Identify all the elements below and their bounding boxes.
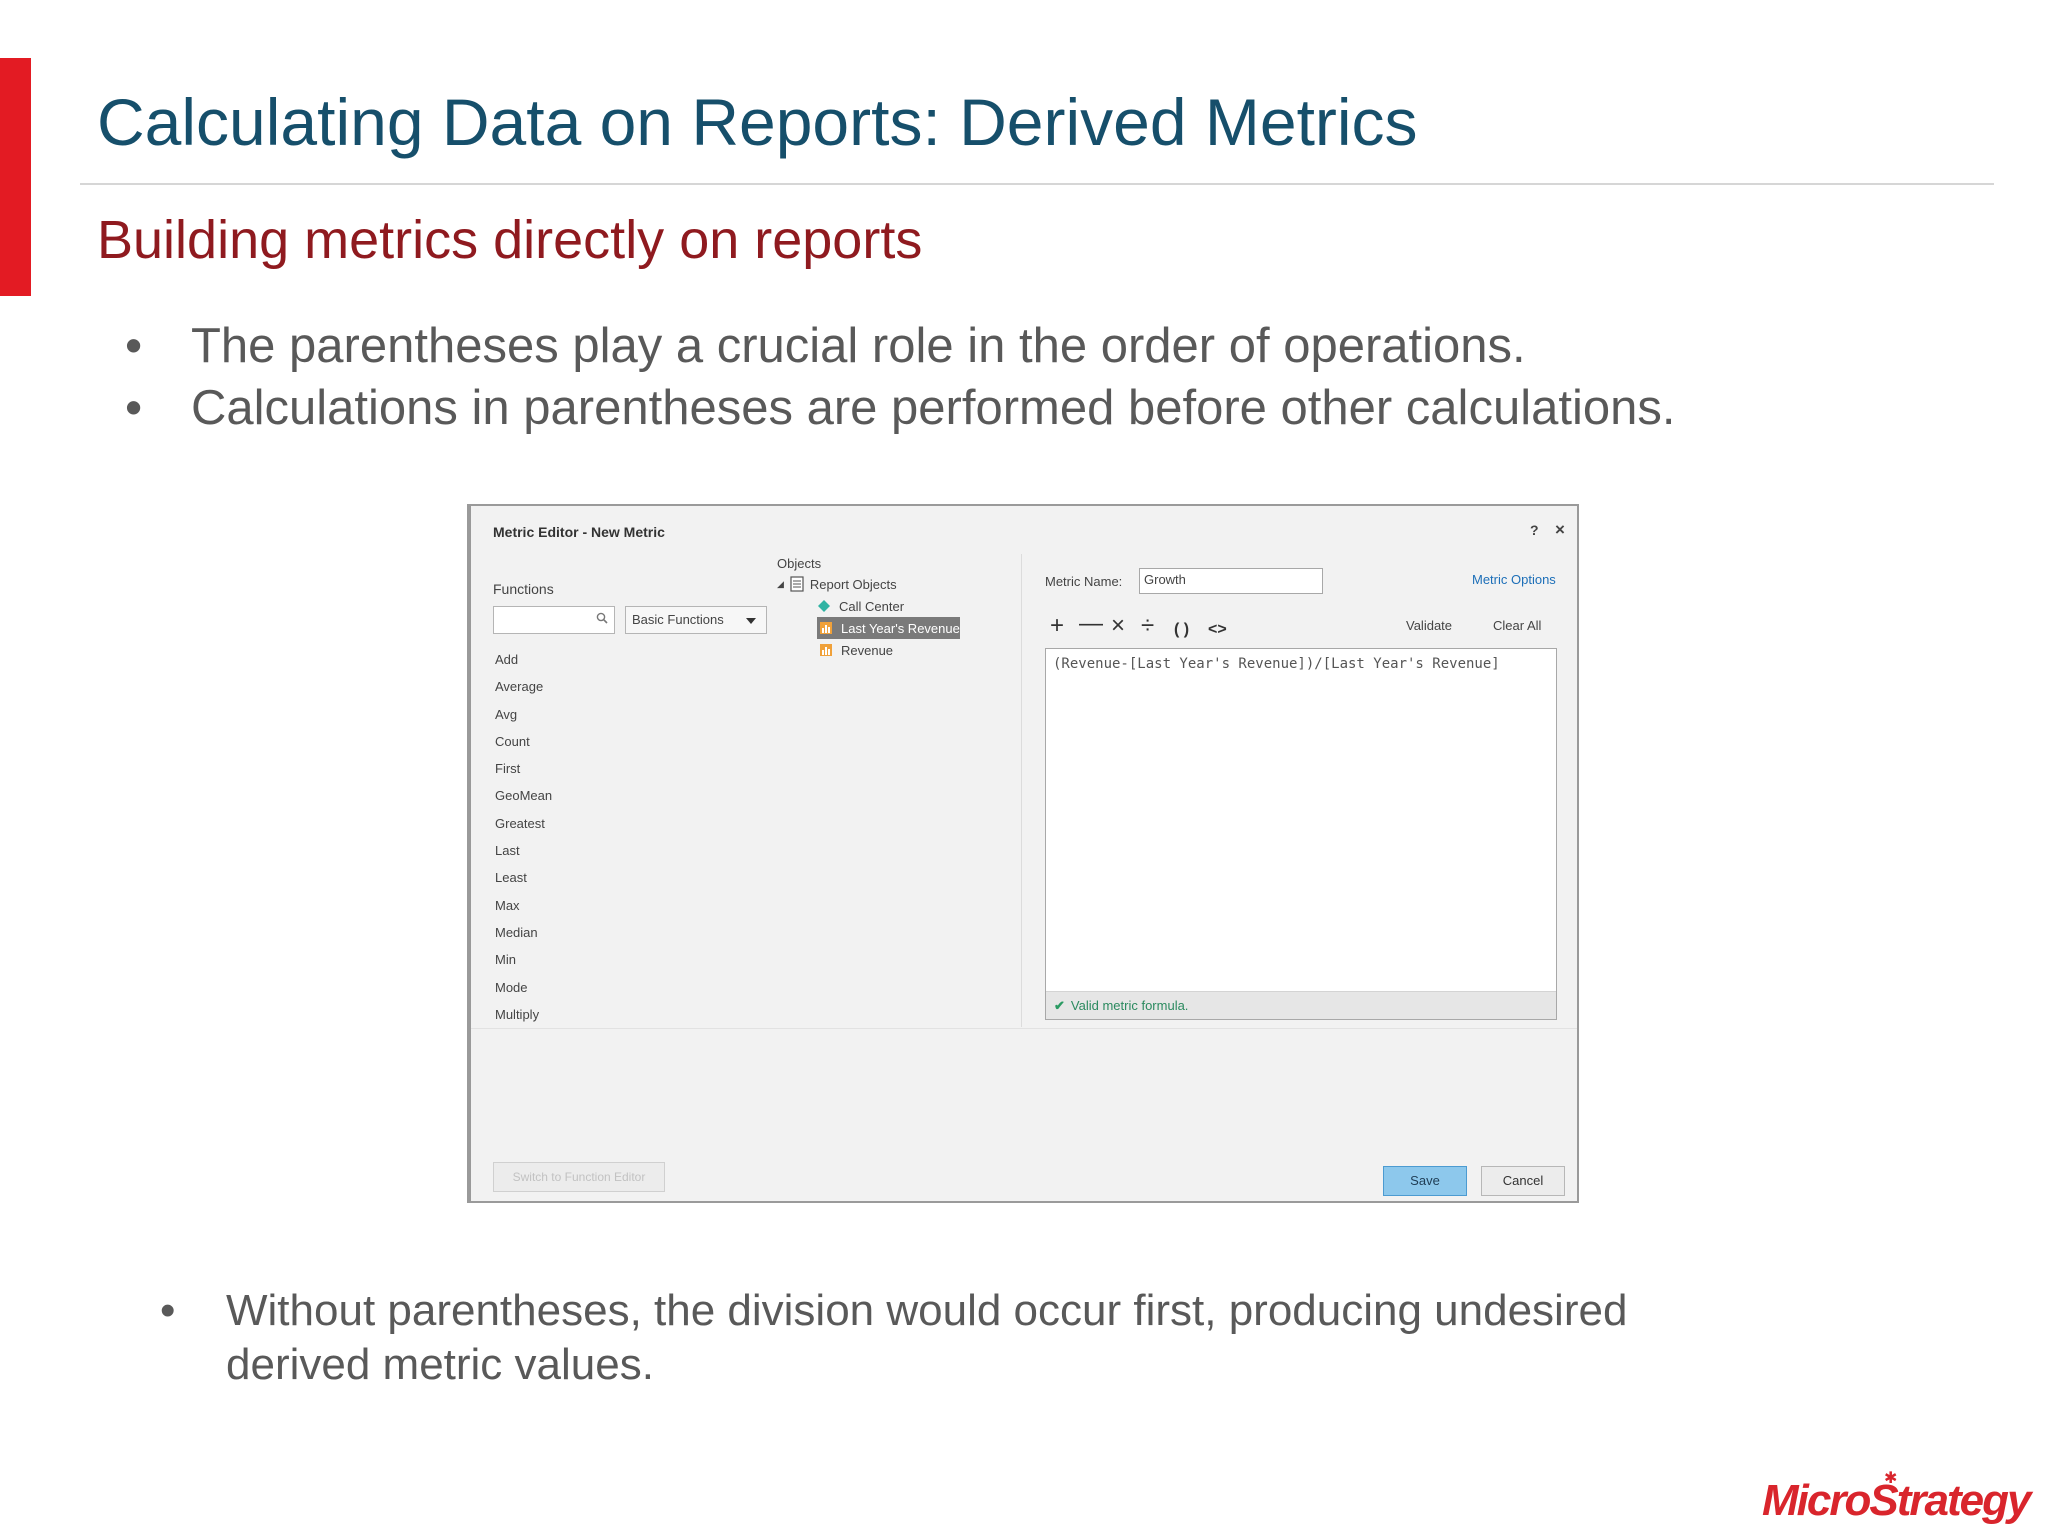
clear-all-button[interactable]: Clear All xyxy=(1493,618,1541,633)
bullet-item: • Without parentheses, the division woul… xyxy=(160,1284,1627,1338)
bottom-bullet: • Without parentheses, the division woul… xyxy=(160,1284,1627,1392)
formula-status-bar: ✔ Valid metric formula. xyxy=(1046,991,1556,1019)
column-divider xyxy=(1021,554,1022,1027)
function-item[interactable]: Multiply xyxy=(495,1001,552,1028)
bullet-text-line1: Without parentheses, the division would … xyxy=(226,1286,1628,1335)
function-item[interactable]: Add xyxy=(495,646,552,673)
dialog-title: Metric Editor - New Metric xyxy=(493,524,665,540)
function-item[interactable]: Min xyxy=(495,946,552,973)
divide-operator-button[interactable]: ÷ xyxy=(1141,614,1154,638)
function-list: Add Average Avg Count First GeoMean Grea… xyxy=(495,646,552,1028)
function-item[interactable]: Max xyxy=(495,892,552,919)
function-item[interactable]: Average xyxy=(495,673,552,700)
validate-button[interactable]: Validate xyxy=(1406,618,1452,633)
close-button[interactable]: × xyxy=(1555,520,1565,540)
metric-name-label: Metric Name: xyxy=(1045,574,1123,589)
function-category-select[interactable]: Basic Functions xyxy=(625,606,767,634)
bullet-marker: • xyxy=(160,1286,176,1335)
not-equal-operator-button[interactable]: <> xyxy=(1208,618,1227,642)
tree-item-last-years-revenue[interactable]: Last Year's Revenue xyxy=(817,617,960,639)
chevron-down-icon xyxy=(746,618,756,624)
cancel-button[interactable]: Cancel xyxy=(1481,1166,1565,1196)
parentheses-button[interactable]: ( ) xyxy=(1174,618,1189,642)
bullet-item: • The parentheses play a crucial role in… xyxy=(125,315,1675,377)
function-item[interactable]: Avg xyxy=(495,701,552,728)
metric-name-input[interactable]: Growth xyxy=(1139,568,1323,594)
plus-operator-button[interactable]: + xyxy=(1050,614,1064,638)
metric-icon xyxy=(820,644,832,656)
formula-status-text: Valid metric formula. xyxy=(1070,998,1189,1013)
slide-subtitle: Building metrics directly on reports xyxy=(97,210,923,270)
function-item[interactable]: Greatest xyxy=(495,810,552,837)
tree-root-label: Report Objects xyxy=(809,576,897,592)
bullet-text: Calculations in parentheses are performe… xyxy=(191,381,1676,435)
bullet-text-line2: derived metric values. xyxy=(226,1340,654,1389)
title-divider xyxy=(80,183,1994,185)
function-item[interactable]: First xyxy=(495,755,552,782)
tree-item-call-center[interactable]: Call Center xyxy=(817,596,904,616)
accent-bar xyxy=(0,58,31,296)
objects-label: Objects xyxy=(777,556,822,571)
tree-item-label: Last Year's Revenue xyxy=(841,620,960,636)
metric-icon xyxy=(820,622,832,634)
bullet-continuation: derived metric values. xyxy=(160,1338,1627,1392)
bullet-spacer xyxy=(160,1338,226,1392)
function-item[interactable]: Last xyxy=(495,837,552,864)
function-item[interactable]: GeoMean xyxy=(495,782,552,809)
bullet-marker: • xyxy=(125,381,143,435)
functions-label: Functions xyxy=(493,581,554,597)
checkmark-icon: ✔ xyxy=(1054,998,1065,1013)
metric-editor-dialog: Metric Editor - New Metric ? × Functions… xyxy=(467,504,1579,1203)
report-icon xyxy=(790,576,804,592)
slide-title: Calculating Data on Reports: Derived Met… xyxy=(97,85,1418,159)
switch-to-function-editor-button[interactable]: Switch to Function Editor xyxy=(493,1162,665,1192)
function-item[interactable]: Count xyxy=(495,728,552,755)
footer-divider xyxy=(471,1028,1577,1029)
function-search-input[interactable] xyxy=(493,606,615,634)
function-item[interactable]: Mode xyxy=(495,974,552,1001)
tree-item-label: Revenue xyxy=(841,642,894,658)
save-button[interactable]: Save xyxy=(1383,1166,1467,1196)
expand-triangle-icon[interactable]: ◢ xyxy=(777,579,784,590)
attribute-diamond-icon xyxy=(818,600,830,612)
bullet-text: The parentheses play a crucial role in t… xyxy=(191,319,1526,373)
search-icon[interactable] xyxy=(596,612,608,624)
help-button[interactable]: ? xyxy=(1530,522,1539,538)
bullet-item: • Calculations in parentheses are perfor… xyxy=(125,377,1675,439)
tree-item-revenue[interactable]: Revenue xyxy=(817,640,893,660)
formula-editor[interactable]: (Revenue-[Last Year's Revenue])/[Last Ye… xyxy=(1045,648,1557,1020)
tree-root-report-objects[interactable]: ◢ Report Objects xyxy=(777,574,897,594)
tree-item-label: Call Center xyxy=(839,598,905,614)
bullet-marker: • xyxy=(125,319,143,373)
multiply-operator-button[interactable]: × xyxy=(1111,614,1125,638)
bullet-list: • The parentheses play a crucial role in… xyxy=(125,315,1675,439)
function-item[interactable]: Median xyxy=(495,919,552,946)
minus-operator-button[interactable]: — xyxy=(1079,612,1103,636)
function-item[interactable]: Least xyxy=(495,864,552,891)
logo-star-icon: ✱ xyxy=(1884,1470,1898,1487)
function-category-value: Basic Functions xyxy=(632,612,724,627)
metric-options-link[interactable]: Metric Options xyxy=(1472,572,1556,587)
formula-text: (Revenue-[Last Year's Revenue])/[Last Ye… xyxy=(1053,656,1500,672)
